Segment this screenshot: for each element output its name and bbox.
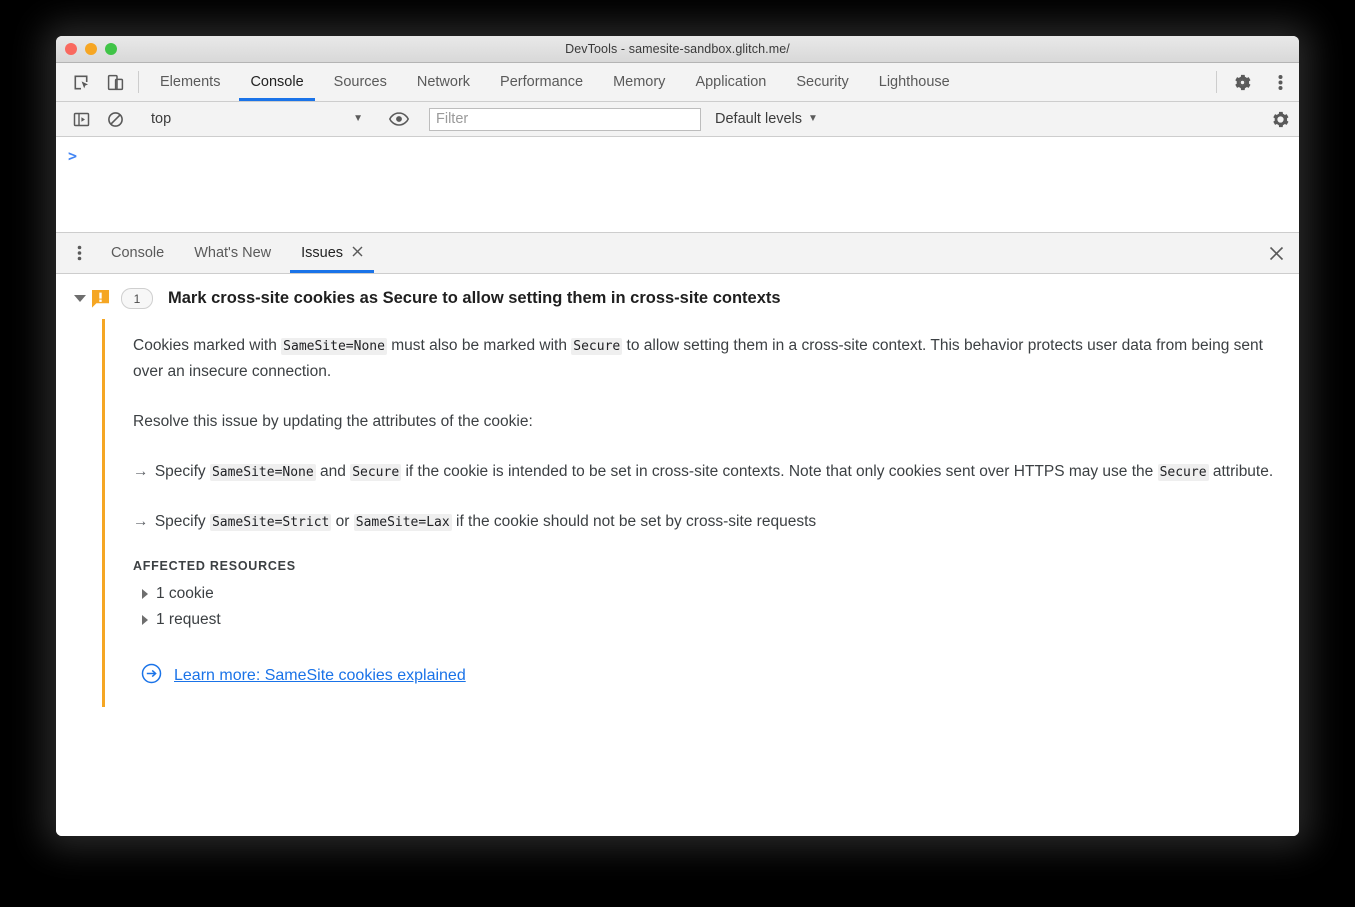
tabbar-spacer <box>965 63 1210 101</box>
drawer-tab-console-label: Console <box>111 245 165 261</box>
tab-application-label: Application <box>695 74 767 90</box>
console-log-levels-value: Default levels <box>715 111 803 127</box>
chevron-down-icon: ▼ <box>808 113 818 124</box>
console-sidebar-toggle-icon[interactable] <box>64 111 98 128</box>
inline-code: Secure <box>350 464 402 482</box>
window-traffic-lights <box>65 36 117 62</box>
maximize-window-button[interactable] <box>105 43 117 55</box>
more-options-icon[interactable] <box>1261 63 1299 101</box>
tab-sources[interactable]: Sources <box>319 63 402 101</box>
inspect-element-icon[interactable] <box>64 63 98 101</box>
issue-paragraph-description: Cookies marked with SameSite=None must a… <box>133 337 1263 381</box>
tab-console[interactable]: Console <box>235 63 318 101</box>
inline-code: Secure <box>1157 464 1209 482</box>
issue-paragraph-resolve-intro: Resolve this issue by updating the attri… <box>133 413 533 431</box>
tab-network[interactable]: Network <box>402 63 485 101</box>
external-link-circle-arrow-icon <box>141 663 162 689</box>
issue-paragraph-bullet-2: → Specify SameSite=Strict or SameSite=La… <box>133 513 817 532</box>
clear-console-icon[interactable] <box>98 111 132 128</box>
drawer-tabbar: Console What's New Issues <box>56 233 1299 274</box>
console-filter-input[interactable] <box>429 107 701 131</box>
drawer-tab-console[interactable]: Console <box>96 233 179 273</box>
chevron-down-icon: ▼ <box>353 113 363 124</box>
tab-elements-label: Elements <box>160 74 221 90</box>
tab-lighthouse[interactable]: Lighthouse <box>864 63 965 101</box>
close-window-button[interactable] <box>65 43 77 55</box>
inline-code: SameSite=Strict <box>209 514 332 532</box>
execution-context-selector[interactable]: top ▼ <box>145 107 369 131</box>
drawer-more-tools-icon[interactable] <box>62 233 96 273</box>
live-expression-eye-icon[interactable] <box>382 112 416 126</box>
console-output-area[interactable]: > <box>56 137 1299 233</box>
affected-resources-label: AFFECTED RESOURCES <box>133 559 296 574</box>
issue-expand-triangle-icon[interactable] <box>69 295 91 302</box>
minimize-window-button[interactable] <box>85 43 97 55</box>
affected-resource-request-label: 1 request <box>156 611 221 629</box>
arrow-bullet-icon: → <box>133 463 153 481</box>
drawer-tab-issues[interactable]: Issues <box>286 233 378 273</box>
inline-code: SameSite=None <box>281 338 387 355</box>
arrow-bullet-icon: → <box>133 513 153 531</box>
console-prompt-icon: > <box>68 147 78 165</box>
issue-title: Mark cross-site cookies as Secure to all… <box>168 289 781 307</box>
tab-memory-label: Memory <box>613 74 666 90</box>
drawer-tab-issues-label: Issues <box>301 245 344 261</box>
tab-console-label: Console <box>250 74 304 90</box>
tab-performance[interactable]: Performance <box>485 63 598 101</box>
tab-network-label: Network <box>416 74 471 90</box>
window-titlebar: DevTools - samesite-sandbox.glitch.me/ <box>56 36 1299 63</box>
tab-application[interactable]: Application <box>680 63 781 101</box>
tab-security[interactable]: Security <box>781 63 863 101</box>
inline-code: Secure <box>571 338 623 355</box>
affected-resource-request[interactable]: 1 request <box>133 607 1299 633</box>
tab-sources-label: Sources <box>333 74 387 90</box>
devtools-panel-tabbar: Elements Console Sources Network Perform… <box>56 63 1299 102</box>
chevron-right-icon <box>142 615 148 626</box>
affected-resource-cookie[interactable]: 1 cookie <box>133 581 1299 607</box>
chevron-right-icon <box>142 589 148 600</box>
inline-code: SameSite=None <box>209 464 316 482</box>
window-title: DevTools - samesite-sandbox.glitch.me/ <box>565 42 790 56</box>
issue-header-row[interactable]: 1 Mark cross-site cookies as Secure to a… <box>56 274 1299 319</box>
drawer-tab-whats-new-label: What's New <box>194 245 272 261</box>
issue-count-badge: 1 <box>121 288 153 309</box>
issue-warning-icon <box>91 289 110 309</box>
tab-security-label: Security <box>796 74 849 90</box>
issues-panel: 1 Mark cross-site cookies as Secure to a… <box>56 274 1299 836</box>
drawer-tab-whats-new[interactable]: What's New <box>179 233 286 273</box>
affected-resource-cookie-label: 1 cookie <box>156 585 214 603</box>
tab-memory[interactable]: Memory <box>598 63 680 101</box>
toolbar-divider <box>138 71 139 93</box>
learn-more-label: Learn more: SameSite cookies explained <box>174 667 466 685</box>
issue-body: Cookies marked with SameSite=None must a… <box>102 319 1299 708</box>
execution-context-value: top <box>151 111 172 127</box>
tab-elements[interactable]: Elements <box>145 63 235 101</box>
console-toolbar: top ▼ Default levels ▼ <box>56 102 1299 137</box>
settings-gear-icon[interactable] <box>1223 63 1261 101</box>
device-toolbar-icon[interactable] <box>98 63 132 101</box>
devtools-window: DevTools - samesite-sandbox.glitch.me/ E… <box>56 36 1299 836</box>
inline-code: SameSite=Lax <box>353 514 452 532</box>
learn-more-link[interactable]: Learn more: SameSite cookies explained <box>133 663 466 689</box>
tab-lighthouse-label: Lighthouse <box>878 74 950 90</box>
drawer-tab-issues-close-icon[interactable] <box>352 245 363 261</box>
tab-performance-label: Performance <box>500 74 584 90</box>
toolbar-divider-right <box>1216 71 1217 93</box>
issue-paragraph-bullet-1: → Specify SameSite=None and Secure if th… <box>133 463 1274 482</box>
drawer-tabbar-spacer <box>378 233 1253 273</box>
console-settings-gear-icon[interactable] <box>1261 110 1299 129</box>
console-log-levels-selector[interactable]: Default levels ▼ <box>715 111 818 127</box>
drawer-close-icon[interactable] <box>1253 233 1299 273</box>
